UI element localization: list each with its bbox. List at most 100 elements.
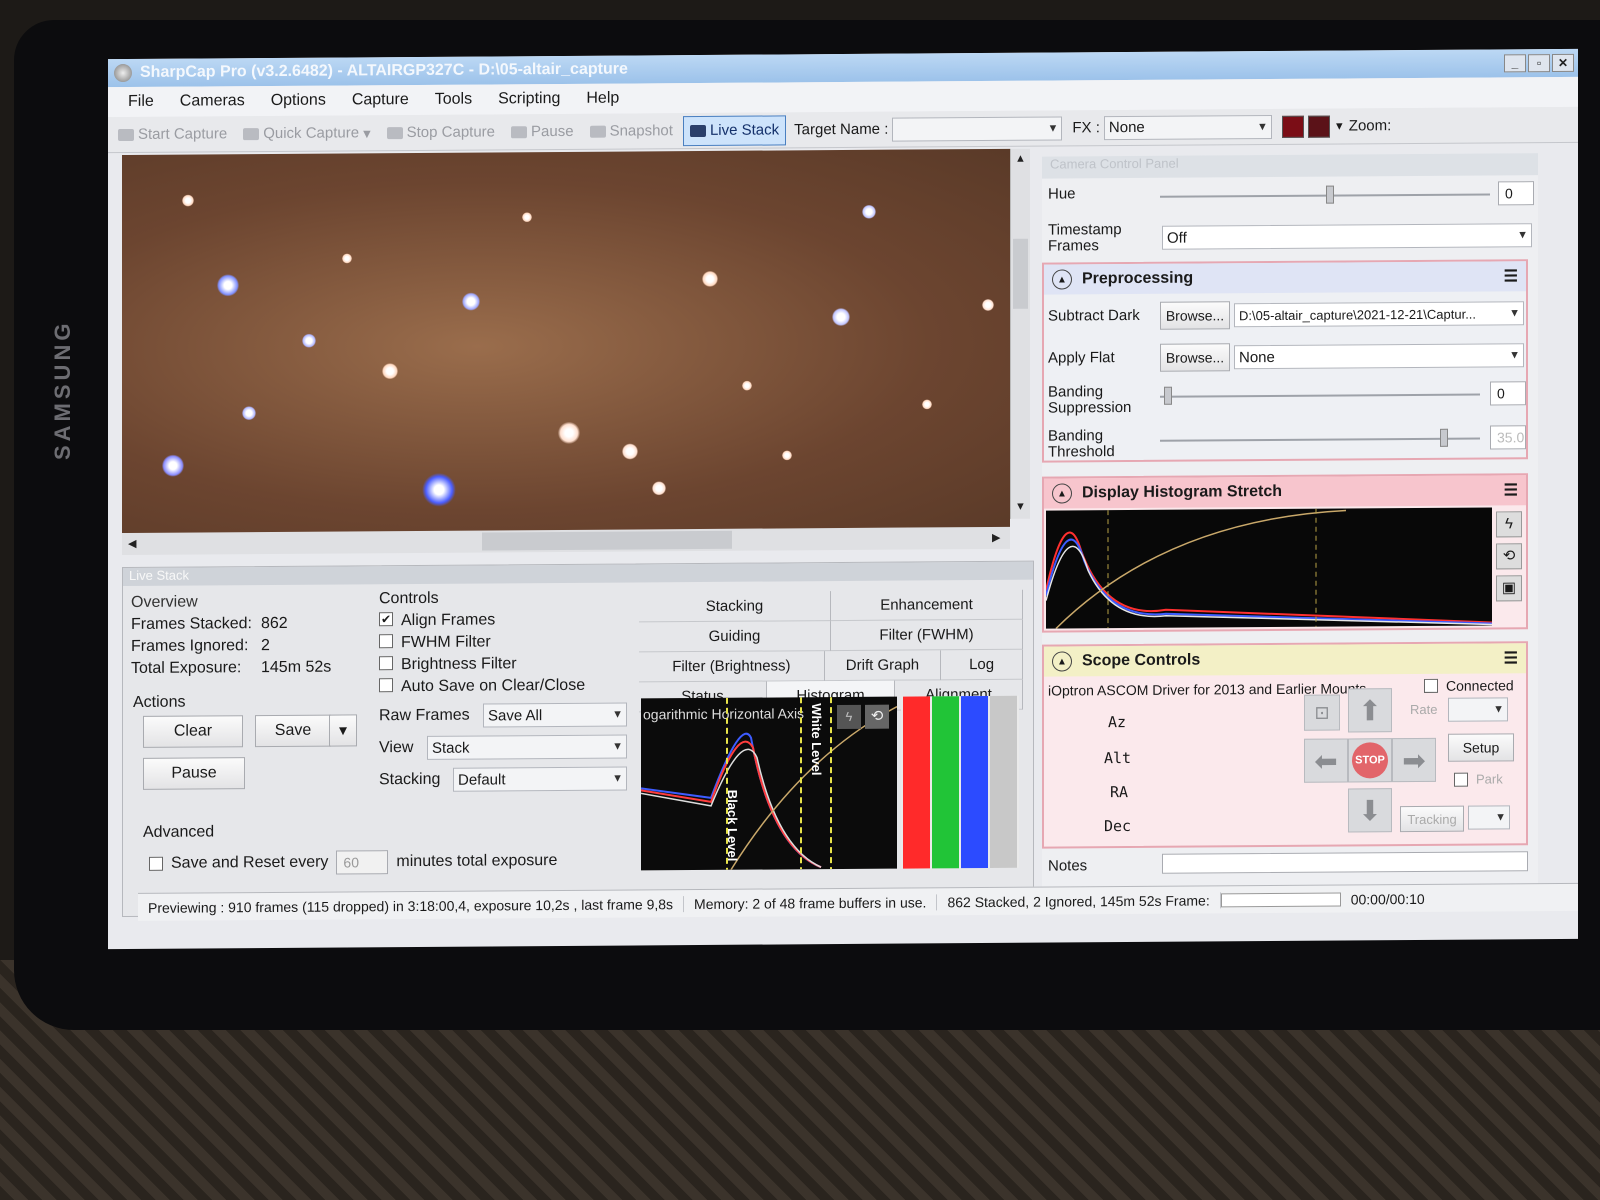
tab-filter-fwhm[interactable]: Filter (FWHM) xyxy=(831,619,1023,652)
minimize-button[interactable]: _ xyxy=(1504,54,1526,73)
tab-drift-graph[interactable]: Drift Graph xyxy=(824,650,942,682)
notes-input[interactable] xyxy=(1162,851,1528,874)
stacking-select[interactable]: Default ▼ xyxy=(453,766,627,792)
menu-scripting[interactable]: Scripting xyxy=(488,90,570,109)
hue-slider[interactable] xyxy=(1160,193,1490,198)
lightning-icon[interactable]: ϟ xyxy=(837,704,861,730)
live-stack-button[interactable]: Live Stack xyxy=(682,114,787,146)
connected-checkbox[interactable] xyxy=(1424,678,1438,693)
rate-select[interactable]: ▼ xyxy=(1448,697,1508,722)
rgb-level-bars[interactable] xyxy=(901,695,1019,869)
save-icon[interactable]: ▣ xyxy=(1496,575,1522,602)
pause-button[interactable]: Pause xyxy=(505,123,580,141)
menu-file[interactable]: File xyxy=(118,93,164,111)
apply-flat-select[interactable]: None ▼ xyxy=(1234,343,1524,370)
stop-button[interactable]: STOP xyxy=(1348,738,1392,783)
minutes-stepper[interactable]: 60 xyxy=(336,850,389,875)
banding-suppression-slider[interactable] xyxy=(1160,393,1480,398)
chevron-down-icon[interactable]: ▾ xyxy=(363,124,371,142)
raw-frames-select[interactable]: Save All ▼ xyxy=(483,702,627,728)
subtract-dark-browse-button[interactable]: Browse... xyxy=(1160,301,1230,330)
menu-icon[interactable]: ☰ xyxy=(1504,648,1518,668)
banding-suppression-value[interactable]: 0 xyxy=(1490,381,1526,406)
move-east-button[interactable]: ➡ xyxy=(1392,737,1436,783)
menu-capture[interactable]: Capture xyxy=(342,91,419,110)
image-viewer[interactable] xyxy=(122,148,1010,544)
quick-capture-button[interactable]: Quick Capture ▾ xyxy=(237,124,376,143)
close-button[interactable]: ✕ xyxy=(1552,53,1574,73)
start-capture-button[interactable]: Start Capture xyxy=(112,125,233,143)
stack-histogram[interactable]: ogarithmic Horizontal Axis Black Level W… xyxy=(641,696,897,871)
scope-controls-header[interactable]: ▲ Scope Controls ☰ xyxy=(1044,643,1526,677)
tracking-select[interactable]: ▼ xyxy=(1468,805,1510,830)
clear-button[interactable]: Clear xyxy=(143,715,243,748)
chevron-up-icon[interactable]: ▲ xyxy=(1052,651,1072,672)
lightning-icon[interactable]: ϟ xyxy=(1496,511,1522,538)
subtract-dark-select[interactable]: D:\05-altair_capture\2021-12-21\Captur..… xyxy=(1234,301,1524,328)
reset-icon[interactable]: ⟲ xyxy=(865,704,889,729)
save-dropdown-button[interactable]: ▾ xyxy=(329,714,357,747)
timestamp-select[interactable]: Off ▼ xyxy=(1162,223,1532,250)
menu-icon[interactable]: ☰ xyxy=(1504,480,1518,500)
chevron-down-icon[interactable]: ▼ xyxy=(1334,120,1345,132)
hue-slider-knob[interactable] xyxy=(1326,185,1334,204)
fx-select[interactable]: None ▼ xyxy=(1103,114,1272,140)
tracking-button[interactable]: Tracking xyxy=(1400,805,1464,833)
chevron-up-icon[interactable]: ▲ xyxy=(1052,269,1072,290)
luminance-bar[interactable] xyxy=(990,695,1017,868)
green-bar[interactable] xyxy=(932,696,959,869)
menu-cameras[interactable]: Cameras xyxy=(170,92,255,111)
reticle-icon[interactable] xyxy=(1307,115,1330,138)
save-button[interactable]: Save xyxy=(255,714,331,748)
red-bar[interactable] xyxy=(903,696,930,869)
brightness-filter-checkbox[interactable] xyxy=(379,656,393,671)
pause-stack-button[interactable]: Pause xyxy=(143,757,245,790)
scroll-left-icon[interactable]: ◀ xyxy=(128,537,136,550)
chevron-up-icon[interactable]: ▲ xyxy=(1052,483,1072,504)
scroll-up-icon[interactable]: ▲ xyxy=(1015,153,1026,165)
banding-suppression-knob[interactable] xyxy=(1164,386,1172,405)
maximize-button[interactable]: ▫ xyxy=(1528,54,1550,73)
scroll-down-icon[interactable]: ▼ xyxy=(1015,501,1026,513)
menu-options[interactable]: Options xyxy=(261,92,336,111)
hue-value[interactable]: 0 xyxy=(1498,181,1534,206)
tab-enhancement[interactable]: Enhancement xyxy=(831,589,1023,622)
move-west-button[interactable]: ⬅ xyxy=(1304,738,1348,783)
scroll-thumb[interactable] xyxy=(1013,238,1028,309)
auto-save-checkbox[interactable] xyxy=(379,678,393,693)
reset-icon[interactable]: ⟲ xyxy=(1496,543,1522,570)
stop-capture-button[interactable]: Stop Capture xyxy=(381,123,501,141)
menu-tools[interactable]: Tools xyxy=(425,91,482,109)
blue-bar[interactable] xyxy=(961,695,988,869)
menu-icon[interactable]: ☰ xyxy=(1504,266,1518,286)
preprocessing-header[interactable]: ▲ Preprocessing ☰ xyxy=(1044,261,1526,295)
histogram-stretch-header[interactable]: ▲ Display Histogram Stretch ☰ xyxy=(1044,475,1526,509)
snapshot-button[interactable]: Snapshot xyxy=(584,122,679,140)
move-south-button[interactable]: ⬇ xyxy=(1348,788,1392,833)
tab-guiding[interactable]: Guiding xyxy=(639,621,831,653)
save-reset-checkbox[interactable] xyxy=(149,856,163,871)
vertical-scrollbar[interactable]: ▲ ▼ xyxy=(1010,148,1030,519)
move-north-button[interactable]: ⬆ xyxy=(1348,688,1392,733)
scroll-thumb[interactable] xyxy=(482,530,732,551)
stretch-histogram[interactable] xyxy=(1045,507,1493,630)
target-icon[interactable]: ⊡ xyxy=(1304,694,1340,731)
menu-help[interactable]: Help xyxy=(576,89,629,107)
tab-log[interactable]: Log xyxy=(941,649,1023,681)
fwhm-filter-checkbox[interactable] xyxy=(379,634,393,649)
record-icon[interactable] xyxy=(1281,115,1304,138)
overview-group: Overview Frames Stacked: 862 Frames Ignor… xyxy=(131,592,361,678)
setup-button[interactable]: Setup xyxy=(1448,733,1514,762)
align-frames-checkbox[interactable]: ✔ xyxy=(379,612,393,627)
banding-threshold-knob[interactable] xyxy=(1440,428,1448,447)
tab-stacking[interactable]: Stacking xyxy=(639,591,831,623)
auto-save-row: Auto Save on Clear/Close xyxy=(379,676,635,696)
tab-filter-brightness[interactable]: Filter (Brightness) xyxy=(639,651,825,683)
park-checkbox[interactable] xyxy=(1454,772,1468,787)
apply-flat-browse-button[interactable]: Browse... xyxy=(1160,343,1230,372)
target-name-input[interactable]: ▼ xyxy=(892,115,1063,142)
view-select[interactable]: Stack ▼ xyxy=(427,734,627,760)
banding-threshold-slider[interactable] xyxy=(1160,437,1480,442)
scroll-right-icon[interactable]: ▶ xyxy=(992,531,1000,544)
banding-threshold-value[interactable]: 35.0 xyxy=(1490,425,1526,450)
